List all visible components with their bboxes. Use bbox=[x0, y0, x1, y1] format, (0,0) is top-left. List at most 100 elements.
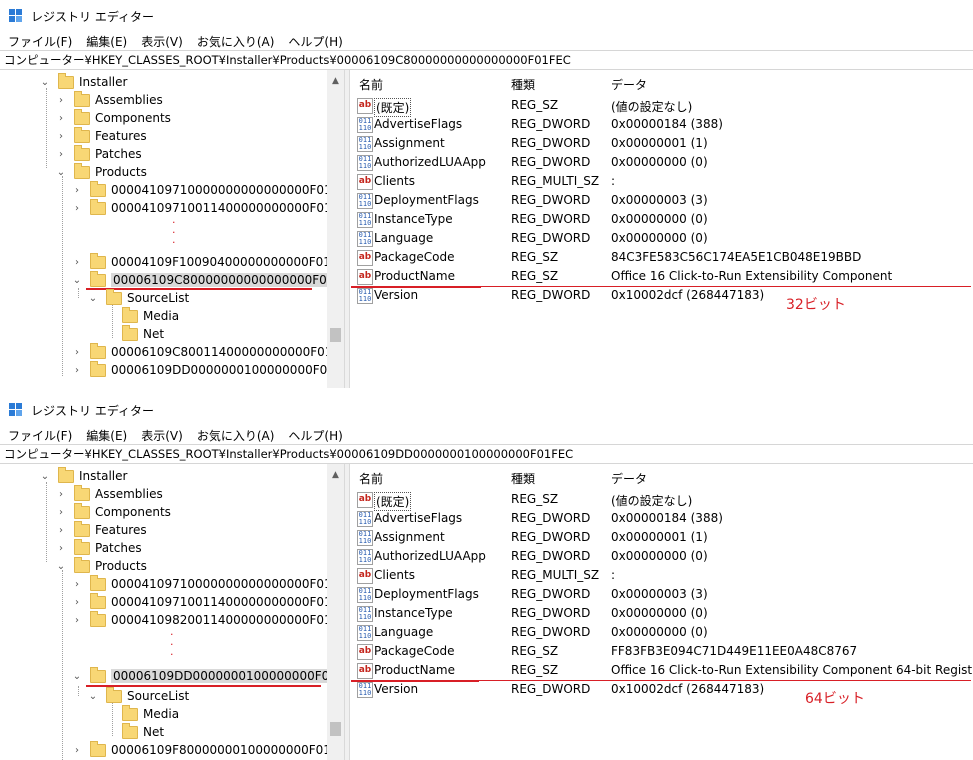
tree-node-components[interactable]: › Components bbox=[56, 502, 171, 521]
value-row[interactable]: ab (既定) REG_SZ (値の設定なし) bbox=[349, 490, 973, 511]
tree-node-features[interactable]: › Features bbox=[56, 126, 147, 145]
tree-node-selected[interactable]: ⌄ 00006109DD0000000100000000F01FEC bbox=[72, 666, 344, 685]
menu-file[interactable]: ファイル(F) bbox=[8, 33, 72, 50]
value-row[interactable]: 011 110 Version REG_DWORD 0x10002dcf (26844… bbox=[349, 680, 973, 699]
menu-favorites[interactable]: お気に入り(A) bbox=[197, 427, 275, 444]
expand-icon[interactable]: › bbox=[72, 597, 82, 608]
column-header-type[interactable]: 種類 bbox=[511, 76, 535, 93]
column-header-data[interactable]: データ bbox=[611, 470, 647, 487]
expand-icon[interactable]: › bbox=[72, 257, 82, 268]
menu-view[interactable]: 表示(V) bbox=[141, 427, 183, 444]
value-row[interactable]: 011 110 AdvertiseFlags REG_DWORD 0x00000184… bbox=[349, 115, 973, 134]
expand-icon[interactable]: › bbox=[72, 745, 82, 756]
tree-node-product[interactable]: › 00006109F80000000100000000F01FEC bbox=[72, 740, 344, 759]
tree-node-product[interactable]: › 00004109710011400000000000F01FEC bbox=[72, 592, 344, 611]
address-bar[interactable]: コンピューター¥HKEY_CLASSES_ROOT¥Installer¥Prod… bbox=[0, 50, 973, 70]
tree-node-product[interactable]: › 00004109820011400000000000F01FEC bbox=[72, 610, 344, 629]
menu-file[interactable]: ファイル(F) bbox=[8, 427, 72, 444]
value-row[interactable]: ab PackageCode REG_SZ 84C3FE583C56C174EA5E1… bbox=[349, 248, 973, 267]
collapse-icon[interactable]: ⌄ bbox=[56, 561, 66, 572]
scroll-up-icon[interactable]: ▲ bbox=[327, 468, 344, 482]
tree-node-patches[interactable]: › Patches bbox=[56, 538, 142, 557]
menu-favorites[interactable]: お気に入り(A) bbox=[197, 33, 275, 50]
tree-node-products[interactable]: ⌄ Products bbox=[56, 162, 147, 181]
expand-icon[interactable]: › bbox=[72, 615, 82, 626]
collapse-icon[interactable]: ⌄ bbox=[72, 275, 82, 286]
tree-node-product[interactable]: › 00004109710000000000000000F01FEC bbox=[72, 574, 344, 593]
tree-node-net[interactable]: Net bbox=[104, 324, 164, 343]
value-row[interactable]: 011 110 DeploymentFlags REG_DWORD 0x0000000… bbox=[349, 585, 973, 604]
tree-node-patches[interactable]: › Patches bbox=[56, 144, 142, 163]
tree-node-components[interactable]: › Components bbox=[56, 108, 171, 127]
value-row[interactable]: 011 110 InstanceType REG_DWORD 0x00000000 (… bbox=[349, 210, 973, 229]
menu-edit[interactable]: 編集(E) bbox=[86, 33, 127, 50]
expand-icon[interactable]: › bbox=[72, 185, 82, 196]
expand-icon[interactable]: › bbox=[56, 95, 66, 106]
expand-icon[interactable]: › bbox=[72, 365, 82, 376]
menu-view[interactable]: 表示(V) bbox=[141, 33, 183, 50]
tree-node-selected[interactable]: ⌄ 00006109C80000000000000000F01FEC bbox=[72, 270, 344, 289]
tree-node-product[interactable]: › 00006109C80011400000000000F01FEC bbox=[72, 342, 344, 361]
value-row[interactable]: 011 110 AuthorizedLUAApp REG_DWORD 0x000000… bbox=[349, 153, 973, 172]
collapse-icon[interactable]: ⌄ bbox=[40, 471, 50, 482]
expand-icon[interactable]: › bbox=[72, 579, 82, 590]
value-row[interactable]: ab PackageCode REG_SZ FF83FB3E094C71D449E11… bbox=[349, 642, 973, 661]
collapse-icon[interactable]: ⌄ bbox=[72, 671, 82, 682]
expand-icon[interactable]: › bbox=[56, 543, 66, 554]
expand-icon[interactable]: › bbox=[56, 489, 66, 500]
collapse-icon[interactable]: ⌄ bbox=[88, 293, 98, 304]
tree-scrollbar[interactable]: ▲ bbox=[327, 464, 344, 760]
tree-node-features[interactable]: › Features bbox=[56, 520, 147, 539]
value-row[interactable]: 011 110 Assignment REG_DWORD 0x00000001 (1) bbox=[349, 528, 973, 547]
tree-node-sourcelist[interactable]: ⌄ SourceList bbox=[88, 288, 189, 307]
tree-node-net[interactable]: Net bbox=[104, 722, 164, 741]
value-row[interactable]: 011 110 InstanceType REG_DWORD 0x00000000 (… bbox=[349, 604, 973, 623]
tree-node-assemblies[interactable]: › Assemblies bbox=[56, 90, 163, 109]
value-row[interactable]: 011 110 Language REG_DWORD 0x00000000 (0) bbox=[349, 229, 973, 248]
value-row[interactable]: ab Clients REG_MULTI_SZ: bbox=[349, 172, 973, 191]
tree-scrollbar[interactable]: ▲ bbox=[327, 70, 344, 388]
value-row[interactable]: ab Clients REG_MULTI_SZ: bbox=[349, 566, 973, 585]
expand-icon[interactable]: › bbox=[72, 347, 82, 358]
menu-help[interactable]: ヘルプ(H) bbox=[288, 427, 342, 444]
tree-node-product[interactable]: › 00004109F10090400000000000F01FEC bbox=[72, 252, 344, 271]
collapse-icon[interactable]: ⌄ bbox=[40, 77, 50, 88]
tree-node-assemblies[interactable]: › Assemblies bbox=[56, 484, 163, 503]
value-row[interactable]: 011 110 Version REG_DWORD 0x10002dcf (26844… bbox=[349, 286, 973, 305]
expand-icon[interactable]: › bbox=[56, 525, 66, 536]
tree-node-installer[interactable]: ⌄ Installer bbox=[40, 72, 127, 91]
address-bar[interactable]: コンピューター¥HKEY_CLASSES_ROOT¥Installer¥Prod… bbox=[0, 444, 973, 464]
tree-node-media[interactable]: Media bbox=[104, 704, 179, 723]
expand-icon[interactable]: › bbox=[72, 203, 82, 214]
column-header-type[interactable]: 種類 bbox=[511, 470, 535, 487]
column-header-name[interactable]: 名前 bbox=[359, 470, 383, 487]
value-row[interactable]: ab (既定) REG_SZ (値の設定なし) bbox=[349, 96, 973, 117]
expand-icon[interactable]: › bbox=[56, 149, 66, 160]
expand-icon[interactable]: › bbox=[56, 131, 66, 142]
tree-node-installer[interactable]: ⌄ Installer bbox=[40, 466, 127, 485]
scroll-up-icon[interactable]: ▲ bbox=[327, 74, 344, 88]
tree-node-product[interactable]: › 00004109710000000000000000F01FEC bbox=[72, 180, 344, 199]
value-row[interactable]: ab ProductName REG_SZ Office 16 Click-to-Ru… bbox=[349, 267, 973, 286]
tree-node-product[interactable]: › 00004109710011400000000000F01FEC bbox=[72, 198, 344, 217]
value-row[interactable]: 011 110 DeploymentFlags REG_DWORD 0x0000000… bbox=[349, 191, 973, 210]
expand-icon[interactable]: › bbox=[56, 113, 66, 124]
value-row[interactable]: 011 110 AuthorizedLUAApp REG_DWORD 0x000000… bbox=[349, 547, 973, 566]
menu-edit[interactable]: 編集(E) bbox=[86, 427, 127, 444]
menu-help[interactable]: ヘルプ(H) bbox=[288, 33, 342, 50]
tree-node-products[interactable]: ⌄ Products bbox=[56, 556, 147, 575]
scrollbar-thumb[interactable] bbox=[330, 722, 341, 736]
value-row[interactable]: 011 110 AdvertiseFlags REG_DWORD 0x00000184… bbox=[349, 509, 973, 528]
scrollbar-thumb[interactable] bbox=[330, 328, 341, 342]
column-header-name[interactable]: 名前 bbox=[359, 76, 383, 93]
expand-icon[interactable]: › bbox=[56, 507, 66, 518]
value-row[interactable]: ab ProductName REG_SZ Office 16 Click-to-Ru… bbox=[349, 661, 973, 680]
collapse-icon[interactable]: ⌄ bbox=[88, 691, 98, 702]
value-row[interactable]: 011 110 Assignment REG_DWORD 0x00000001 (1) bbox=[349, 134, 973, 153]
tree-node-media[interactable]: Media bbox=[104, 306, 179, 325]
collapse-icon[interactable]: ⌄ bbox=[56, 167, 66, 178]
tree-node-product[interactable]: › 00006109DD0000000100000000F01FEC bbox=[72, 360, 344, 379]
value-row[interactable]: 011 110 Language REG_DWORD 0x00000000 (0) bbox=[349, 623, 973, 642]
tree-node-sourcelist[interactable]: ⌄ SourceList bbox=[88, 686, 189, 705]
column-header-data[interactable]: データ bbox=[611, 76, 647, 93]
